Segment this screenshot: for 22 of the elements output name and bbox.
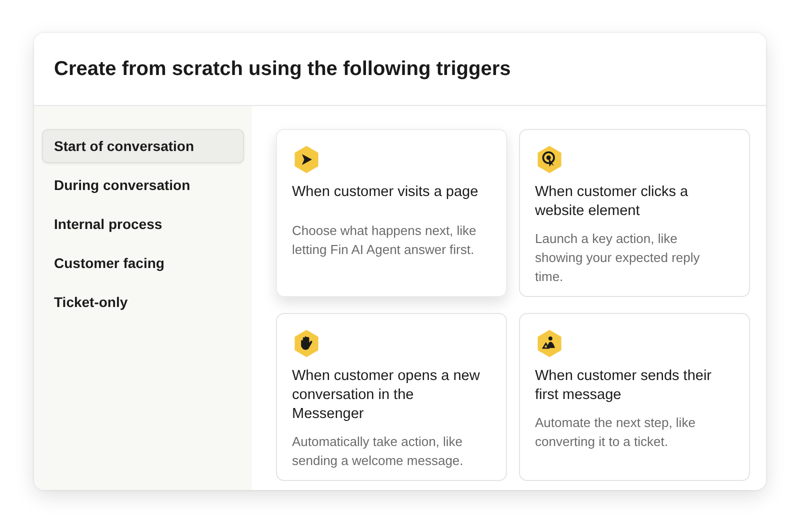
card-description: Automatically take action, like sending a welcome message. [292,433,464,470]
hand-icon [292,329,321,358]
sidebar-item[interactable]: Customer facing [42,246,244,280]
trigger-card[interactable]: When customer visits a page Choose what happens next, like letting Fin AI Agent answer first. [276,129,507,297]
card-description: Automate the next step, like converting it to a ticket. [535,414,696,451]
trigger-card[interactable]: When customer opens a new conversation in the Messenger Automatically take action, like sending a welcome message. [276,313,507,481]
card-title: When customer sends their first message [535,367,712,405]
card-description: Launch a key action, like showing your expected reply time. [535,230,701,286]
send-icon [292,145,321,174]
sidebar-item[interactable]: During conversation [42,168,244,202]
sidebar-item[interactable]: Start of conversation [42,129,244,163]
sidebar-item[interactable]: Ticket-only [42,285,244,319]
card-description: Choose what happens next, like letting Fin AI Agent answer first. [292,222,478,259]
dialog-title: Create from scratch using the following triggers [54,58,511,80]
card-title: When customer visits a page [292,183,480,202]
trigger-card[interactable]: When customer sends their first message Automate the next step, like converting it to a ticket. [519,313,750,481]
card-title: When customer opens a new conversation in the Messenger [292,367,481,424]
sidebar-item[interactable]: Internal process [42,207,244,241]
person-icon [535,329,564,358]
trigger-card[interactable]: When customer clicks a website element Launch a key action, like showing your expected reply time. [519,129,750,297]
card-title: When customer clicks a website element [535,183,690,221]
cursor-click-icon [535,145,564,174]
